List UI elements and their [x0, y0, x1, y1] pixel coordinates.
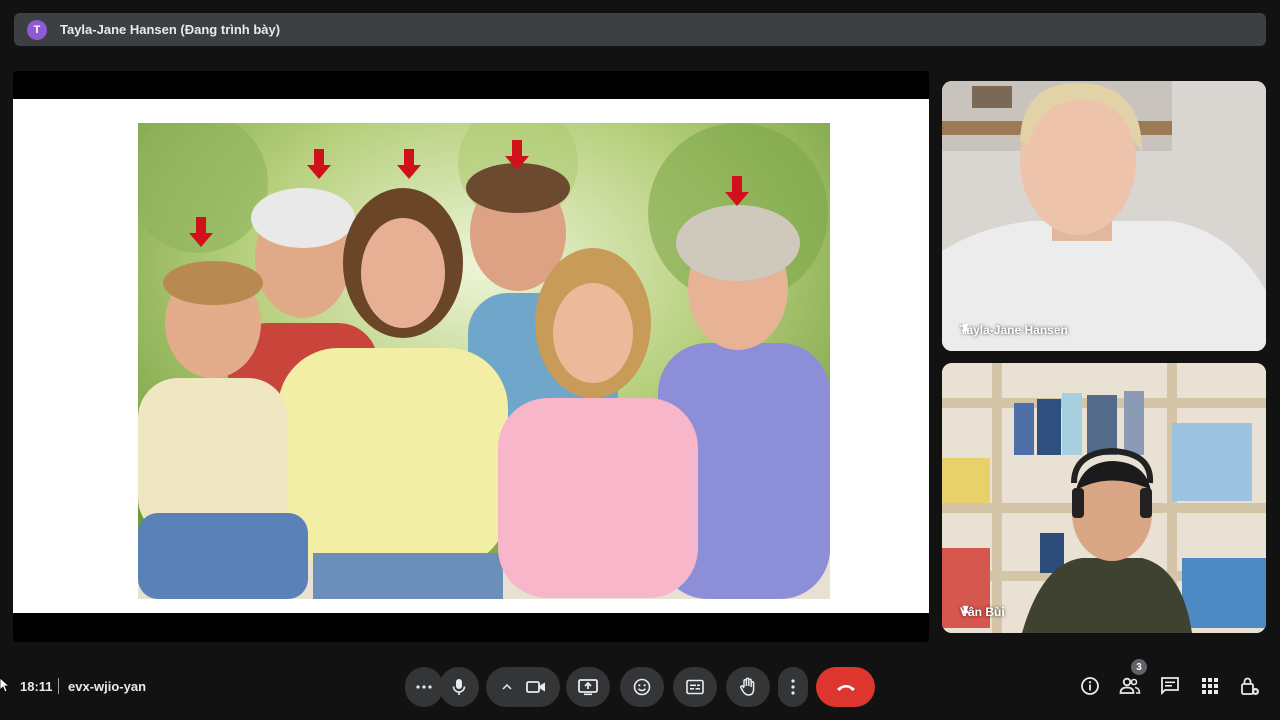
captions-button[interactable] — [673, 667, 717, 707]
divider — [58, 678, 59, 694]
meeting-code[interactable]: evx-wjio-yan — [68, 679, 146, 694]
more-vert-icon — [791, 679, 795, 695]
camera-icon[interactable] — [525, 679, 546, 695]
pin-icon — [961, 605, 970, 616]
more-options-icon — [416, 685, 432, 689]
presenter-avatar: T — [27, 19, 47, 40]
participant-tile-1[interactable]: Tayla-Jane Hansen — [942, 81, 1266, 351]
presentation-slide — [13, 99, 929, 613]
more-vert-button[interactable] — [778, 667, 808, 707]
participant-name-tag: Vân Bùi — [960, 605, 1005, 619]
host-controls-icon — [1241, 677, 1259, 695]
pin-icon — [961, 323, 970, 334]
end-call-icon — [836, 685, 855, 691]
participant-name: Tayla-Jane Hansen — [960, 323, 1068, 337]
captions-icon — [686, 679, 704, 695]
raise-hand-button[interactable] — [726, 667, 770, 707]
people-icon — [1119, 677, 1141, 694]
emoji-button[interactable] — [620, 667, 664, 707]
microphone-icon — [452, 679, 466, 695]
more-options-button[interactable] — [405, 667, 443, 707]
present-screen-button[interactable] — [566, 667, 610, 707]
participant-tile-2[interactable]: Vân Bùi — [942, 363, 1266, 633]
chat-button[interactable] — [1158, 674, 1182, 698]
raise-hand-icon — [740, 677, 755, 696]
microphone-button[interactable] — [439, 667, 479, 707]
people-button[interactable] — [1118, 674, 1142, 698]
present-screen-icon — [578, 679, 598, 696]
control-bar: 18:11 evx-wjio-yan — [0, 656, 1280, 720]
participant-name-tag: Tayla-Jane Hansen — [960, 323, 1068, 337]
mouse-cursor-icon — [0, 678, 9, 692]
family-photo — [138, 123, 830, 599]
emoji-icon — [633, 678, 651, 696]
activities-icon — [1202, 678, 1218, 694]
meeting-time: 18:11 — [20, 679, 53, 694]
people-count-badge: 3 — [1131, 659, 1147, 675]
end-call-button[interactable] — [816, 667, 875, 707]
camera-button-group[interactable] — [486, 667, 560, 707]
chevron-up-icon[interactable] — [501, 681, 513, 693]
presenter-label: Tayla-Jane Hansen (Đang trình bày) — [60, 22, 281, 37]
chat-icon — [1161, 677, 1179, 696]
info-icon — [1081, 677, 1099, 695]
host-controls-button[interactable] — [1238, 674, 1262, 698]
activities-button[interactable] — [1198, 674, 1222, 698]
info-button[interactable] — [1078, 674, 1102, 698]
presenter-bar: T Tayla-Jane Hansen (Đang trình bày) — [14, 13, 1266, 46]
shared-screen[interactable] — [13, 71, 929, 642]
